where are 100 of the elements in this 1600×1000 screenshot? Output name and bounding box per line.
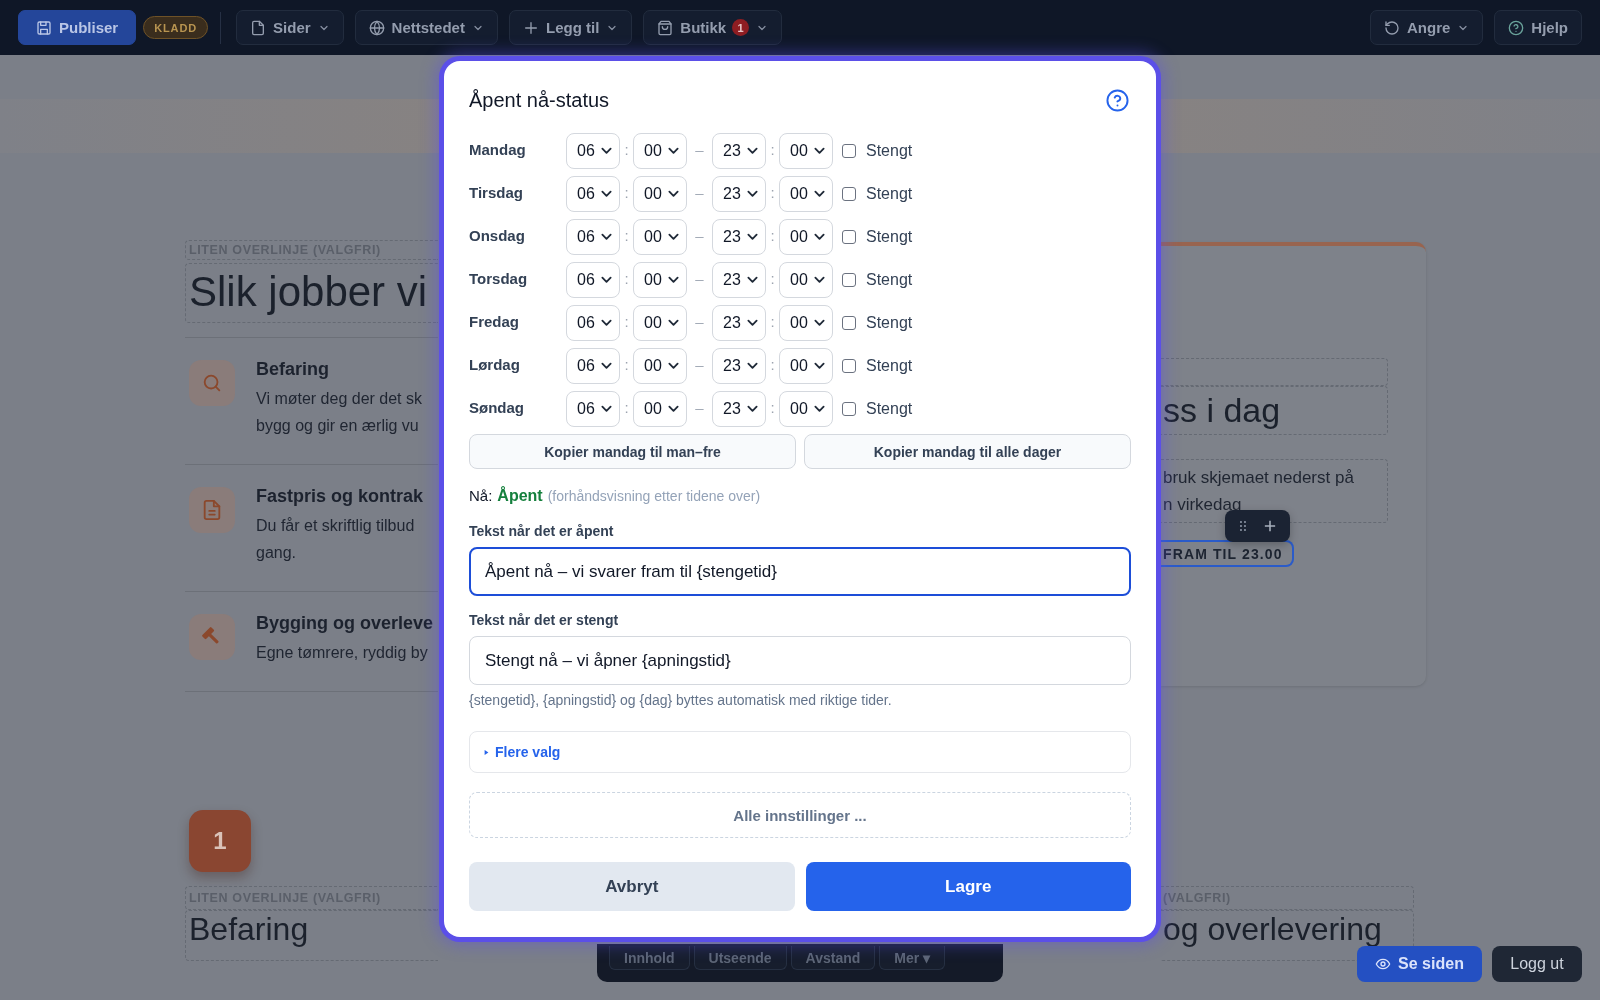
range-dash: –: [694, 183, 705, 203]
chevron-down-icon: [668, 319, 679, 327]
time-separator: :: [769, 270, 776, 289]
minute-select[interactable]: 00: [779, 133, 833, 169]
chevron-down-icon: [747, 190, 758, 198]
checkbox-label[interactable]: Stengt: [866, 142, 913, 160]
step-description: Vi møter deg der det sk bygg og gir en ærlig vu: [256, 389, 422, 436]
chevron-down-icon: [601, 233, 612, 241]
section-heading: Slik jobber vi: [185, 263, 438, 323]
time-separator: :: [623, 399, 630, 418]
help-icon: [1508, 19, 1525, 36]
magnifier-icon: [189, 360, 235, 406]
help-button[interactable]: Hjelp: [1494, 10, 1582, 45]
undo-button[interactable]: Angre: [1369, 10, 1484, 45]
checkbox[interactable]: [842, 144, 856, 158]
checkbox[interactable]: [842, 273, 856, 287]
copy-button[interactable]: Kopier mandag til alle dager: [804, 434, 1131, 469]
minute-select[interactable]: 00: [633, 305, 687, 341]
menu-button[interactable]: Nettstedet: [354, 10, 498, 45]
chevron-down-icon: [747, 319, 758, 327]
help-icon[interactable]: [1106, 88, 1129, 112]
minute-select[interactable]: 00: [633, 176, 687, 212]
checkbox-label[interactable]: Stengt: [866, 400, 913, 418]
minute-select[interactable]: 00: [633, 219, 687, 255]
minute-select[interactable]: 00: [633, 133, 687, 169]
checkbox[interactable]: [842, 359, 856, 373]
checkbox-label[interactable]: Stengt: [866, 357, 913, 375]
hour-select[interactable]: 06: [566, 262, 620, 298]
hour-select[interactable]: 06: [566, 133, 620, 169]
step-description: Egne tømrere, ryddig by: [256, 643, 429, 663]
minute-select[interactable]: 00: [633, 391, 687, 427]
checkbox[interactable]: [842, 230, 856, 244]
plus-icon[interactable]: [1263, 520, 1276, 532]
minute-select[interactable]: 00: [779, 262, 833, 298]
chevron-down-icon: [668, 233, 679, 241]
minute-select[interactable]: 00: [633, 348, 687, 384]
chevron-down-icon: [747, 405, 758, 413]
minute-select[interactable]: 00: [633, 262, 687, 298]
checkbox-label[interactable]: Stengt: [866, 185, 913, 203]
step-description: Du får et skriftlig tilbud gang.: [256, 516, 416, 563]
chevron-down-icon: [601, 190, 612, 198]
menu-button[interactable]: Legg til: [508, 10, 633, 45]
save-button[interactable]: Lagre: [805, 862, 1131, 911]
chevron-down-icon: [814, 319, 825, 327]
minute-select[interactable]: 00: [779, 391, 833, 427]
checkbox[interactable]: [842, 316, 856, 330]
menu-button[interactable]: Butikk 1: [643, 10, 783, 45]
status-label: Nå:: [469, 487, 493, 504]
day-label: Fredag: [469, 312, 520, 332]
dialog-title: Åpent nå-status: [469, 88, 610, 112]
hour-select[interactable]: 23: [712, 305, 766, 341]
checkbox-label[interactable]: Stengt: [866, 271, 913, 289]
minute-select[interactable]: 00: [779, 348, 833, 384]
chevron-down-icon: [747, 362, 758, 370]
chevron-down-icon: [747, 147, 758, 155]
chevron-down-icon: [601, 362, 612, 370]
minute-select[interactable]: 00: [779, 219, 833, 255]
chevron-down-icon: [601, 405, 612, 413]
menu-button[interactable]: Sider: [236, 10, 344, 45]
chevron-down-icon: [601, 147, 612, 155]
shopping-bag-icon: [657, 19, 674, 36]
hour-select[interactable]: 06: [566, 176, 620, 212]
chevron-down-icon: [668, 405, 679, 413]
hour-select[interactable]: 23: [712, 262, 766, 298]
cancel-button[interactable]: Avbryt: [469, 862, 795, 911]
globe-icon: [368, 19, 385, 36]
plus-icon: [522, 19, 539, 36]
more-options-toggle[interactable]: Flere valg: [484, 744, 561, 760]
hour-select[interactable]: 06: [566, 305, 620, 341]
hour-select[interactable]: 06: [566, 348, 620, 384]
checkbox[interactable]: [842, 402, 856, 416]
hour-select[interactable]: 23: [712, 133, 766, 169]
copy-button[interactable]: Kopier mandag til man–fre: [469, 434, 796, 469]
range-dash: –: [694, 398, 705, 418]
log-out-button[interactable]: Logg ut: [1492, 946, 1582, 982]
minute-select[interactable]: 00: [779, 176, 833, 212]
publish-button[interactable]: Publiser: [18, 10, 137, 45]
hour-select[interactable]: 06: [566, 391, 620, 427]
hour-select[interactable]: 06: [566, 219, 620, 255]
hour-select[interactable]: 23: [712, 176, 766, 212]
text-input[interactable]: Åpent nå – vi svarer fram til {stengetid}: [469, 547, 1131, 596]
hour-select[interactable]: 23: [712, 348, 766, 384]
step-title: Befaring: [256, 358, 330, 381]
hour-select[interactable]: 23: [712, 391, 766, 427]
range-dash: –: [694, 312, 705, 332]
status-value: Åpent: [497, 487, 543, 505]
text-input[interactable]: Stengt nå – vi åpner {apningstid}: [469, 636, 1131, 685]
day-label: Torsdag: [469, 269, 529, 289]
step-heading: Befaring: [185, 910, 438, 961]
checkbox-label[interactable]: Stengt: [866, 228, 913, 246]
file-icon: [250, 19, 267, 36]
minute-select[interactable]: 00: [779, 305, 833, 341]
checkbox-label[interactable]: Stengt: [866, 314, 913, 332]
hour-select[interactable]: 23: [712, 219, 766, 255]
chevron-down-icon: [668, 190, 679, 198]
all-settings-button[interactable]: Alle innstillinger ...: [469, 792, 1131, 838]
drag-handle-icon[interactable]: [1239, 520, 1248, 532]
step-number: 1: [189, 810, 251, 872]
day-label: Mandag: [469, 140, 527, 160]
checkbox[interactable]: [842, 187, 856, 201]
